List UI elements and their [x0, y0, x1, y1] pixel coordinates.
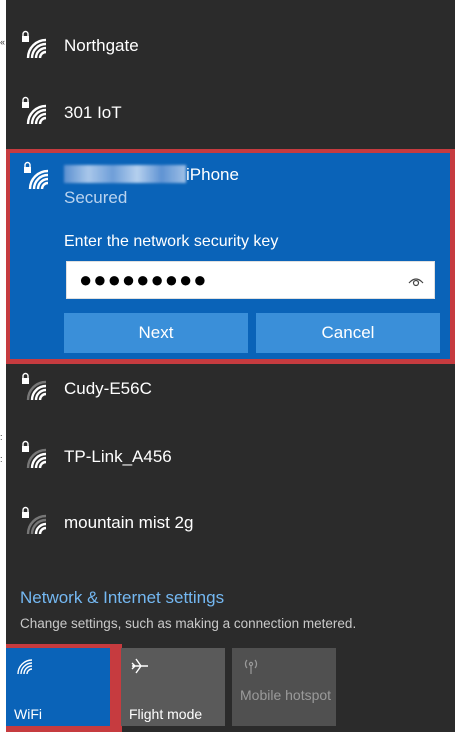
secured-wifi-icon	[22, 440, 47, 469]
network-name: Northgate	[64, 36, 139, 55]
cancel-button[interactable]: Cancel	[256, 313, 440, 353]
flight-mode-toggle-tile[interactable]: Flight mode	[121, 648, 225, 726]
secured-wifi-icon	[22, 506, 47, 535]
svg-text::: :	[0, 432, 3, 442]
svg-text::: :	[0, 454, 3, 464]
selected-network-panel: iPhone Secured Enter the network securit…	[10, 153, 450, 359]
network-name: TP-Link_A456	[64, 447, 172, 466]
security-key-value: ●●●●●●●●●	[79, 267, 208, 292]
secured-wifi-icon	[22, 372, 47, 401]
secured-wifi-icon	[24, 161, 49, 190]
network-item-cudy-e56c[interactable]: Cudy-E56C	[6, 356, 455, 422]
network-name: 301 IoT	[64, 103, 122, 122]
security-key-input[interactable]: ●●●●●●●●●	[66, 261, 435, 299]
reveal-password-icon[interactable]	[408, 274, 424, 288]
security-key-prompt: Enter the network security key	[64, 233, 279, 250]
mobile-hotspot-toggle-tile[interactable]: Mobile hotspot	[232, 648, 336, 726]
network-internet-settings-link[interactable]: Network & Internet settings	[20, 588, 224, 608]
next-button[interactable]: Next	[64, 313, 248, 353]
airplane-icon	[131, 658, 148, 674]
network-name: mountain mist 2g	[64, 513, 194, 532]
network-item-tp-link-a456[interactable]: TP-Link_A456	[6, 424, 455, 490]
tile-label: Mobile hotspot	[240, 687, 332, 703]
selected-network-highlight: iPhone Secured Enter the network securit…	[6, 149, 455, 364]
network-security-status: Secured	[64, 188, 128, 207]
secured-wifi-icon	[22, 30, 47, 59]
network-flyout: Northgate 301 IoT iPhone Secured Enter t…	[6, 0, 455, 732]
network-item-northgate[interactable]: Northgate	[6, 13, 455, 79]
redacted-name-blur	[64, 165, 186, 183]
network-item-301-iot[interactable]: 301 IoT	[6, 80, 455, 146]
hotspot-icon	[244, 659, 258, 674]
selected-network-name: iPhone	[64, 165, 239, 185]
wifi-toggle-tile[interactable]: WiFi	[6, 648, 110, 726]
tile-label: Flight mode	[129, 706, 203, 722]
network-item-mountain-mist-2g[interactable]: mountain mist 2g	[6, 490, 455, 556]
settings-description: Change settings, such as making a connec…	[20, 616, 357, 631]
secured-wifi-icon	[22, 96, 47, 125]
wifi-icon	[17, 659, 33, 675]
tile-label: WiFi	[14, 706, 42, 722]
network-name: Cudy-E56C	[64, 379, 152, 398]
svg-text:«: «	[0, 37, 5, 47]
